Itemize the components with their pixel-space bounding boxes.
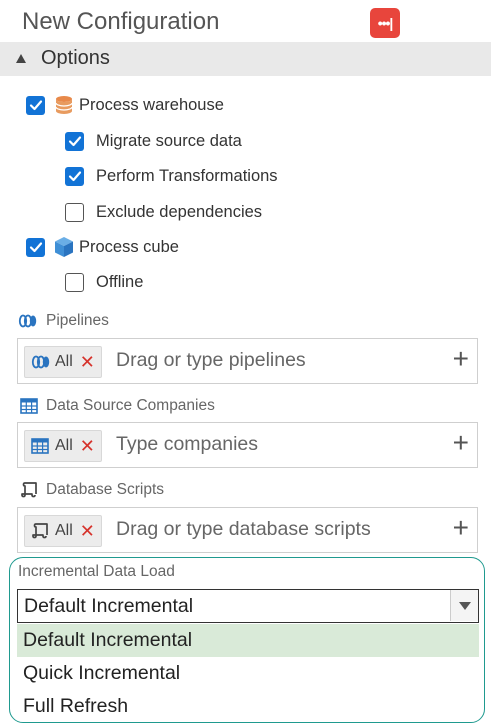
tag-label: All bbox=[55, 522, 73, 539]
data-source-companies-label: Data Source Companies bbox=[18, 397, 215, 415]
pipelines-placeholder: Drag or type pipelines bbox=[116, 349, 306, 371]
migrate-source-data-option[interactable]: Migrate source data bbox=[65, 129, 242, 153]
incremental-load-select[interactable]: Default Incremental bbox=[17, 589, 479, 623]
checkmark-icon bbox=[68, 136, 81, 147]
process-warehouse-checkbox[interactable] bbox=[26, 95, 45, 115]
option-quick-incremental[interactable]: Quick Incremental bbox=[17, 657, 479, 690]
perform-transformations-label: Perform Transformations bbox=[96, 166, 278, 185]
pipelines-input[interactable]: All ✕ Drag or type pipelines + bbox=[17, 338, 478, 384]
pipelines-icon bbox=[18, 313, 40, 329]
migrate-source-data-checkbox[interactable] bbox=[65, 131, 84, 151]
process-cube-option[interactable]: Process cube bbox=[26, 235, 179, 259]
offline-checkbox[interactable] bbox=[65, 272, 84, 292]
checkmark-icon bbox=[68, 171, 81, 182]
perform-transformations-checkbox[interactable] bbox=[65, 166, 84, 186]
companies-placeholder: Type companies bbox=[116, 433, 258, 455]
options-section-title: Options bbox=[41, 47, 110, 69]
exclude-dependencies-checkbox[interactable] bbox=[65, 202, 84, 222]
pipelines-icon bbox=[31, 354, 53, 370]
checkmark-icon bbox=[29, 100, 42, 111]
scripts-placeholder: Drag or type database scripts bbox=[116, 518, 371, 540]
database-scripts-label: Database Scripts bbox=[18, 481, 164, 499]
scripts-all-tag: All ✕ bbox=[24, 515, 102, 547]
add-script-button[interactable]: + bbox=[453, 514, 469, 542]
option-default-incremental[interactable]: Default Incremental bbox=[17, 624, 479, 657]
process-warehouse-option[interactable]: Process warehouse bbox=[26, 93, 224, 117]
script-icon bbox=[18, 482, 40, 498]
remove-tag-icon[interactable]: ✕ bbox=[80, 353, 95, 371]
remove-tag-icon[interactable]: ✕ bbox=[80, 522, 95, 540]
perform-transformations-option[interactable]: Perform Transformations bbox=[65, 164, 278, 188]
checkmark-icon bbox=[29, 242, 42, 253]
option-full-refresh[interactable]: Full Refresh bbox=[17, 690, 479, 723]
incremental-data-load-label: Incremental Data Load bbox=[18, 563, 175, 580]
process-cube-label: Process cube bbox=[79, 237, 179, 256]
pipelines-all-tag: All ✕ bbox=[24, 346, 102, 378]
more-options-button[interactable]: •••| bbox=[370, 8, 400, 38]
process-warehouse-label: Process warehouse bbox=[79, 95, 224, 114]
exclude-dependencies-label: Exclude dependencies bbox=[96, 202, 263, 221]
offline-option[interactable]: Offline bbox=[65, 270, 143, 294]
page-title: New Configuration bbox=[22, 8, 220, 35]
pipelines-label-text: Pipelines bbox=[46, 312, 109, 329]
cube-icon bbox=[55, 237, 73, 257]
table-grid-icon bbox=[31, 438, 53, 454]
companies-all-tag: All ✕ bbox=[24, 430, 102, 462]
remove-tag-icon[interactable]: ✕ bbox=[80, 437, 95, 455]
process-cube-checkbox[interactable] bbox=[26, 237, 45, 257]
table-grid-icon bbox=[18, 398, 40, 414]
tag-label: All bbox=[55, 353, 73, 370]
options-section-header[interactable]: Options bbox=[0, 42, 491, 76]
database-scripts-input[interactable]: All ✕ Drag or type database scripts + bbox=[17, 507, 478, 553]
pipelines-label: Pipelines bbox=[18, 312, 109, 330]
companies-input[interactable]: All ✕ Type companies + bbox=[17, 422, 478, 468]
data-source-companies-label-text: Data Source Companies bbox=[46, 397, 215, 414]
chevron-down-icon bbox=[458, 601, 471, 610]
offline-label: Offline bbox=[96, 272, 144, 291]
add-pipeline-button[interactable]: + bbox=[453, 345, 469, 373]
title-bar: New Configuration •••| bbox=[0, 0, 491, 44]
database-icon bbox=[55, 96, 73, 114]
add-company-button[interactable]: + bbox=[453, 429, 469, 457]
exclude-dependencies-option[interactable]: Exclude dependencies bbox=[65, 200, 262, 224]
select-current-value: Default Incremental bbox=[24, 595, 194, 617]
dropdown-button[interactable] bbox=[450, 590, 478, 621]
database-scripts-label-text: Database Scripts bbox=[46, 481, 165, 498]
script-icon bbox=[31, 523, 53, 539]
collapse-arrow-icon[interactable] bbox=[16, 54, 26, 63]
tag-label: All bbox=[55, 437, 73, 454]
migrate-source-data-label: Migrate source data bbox=[96, 131, 242, 150]
